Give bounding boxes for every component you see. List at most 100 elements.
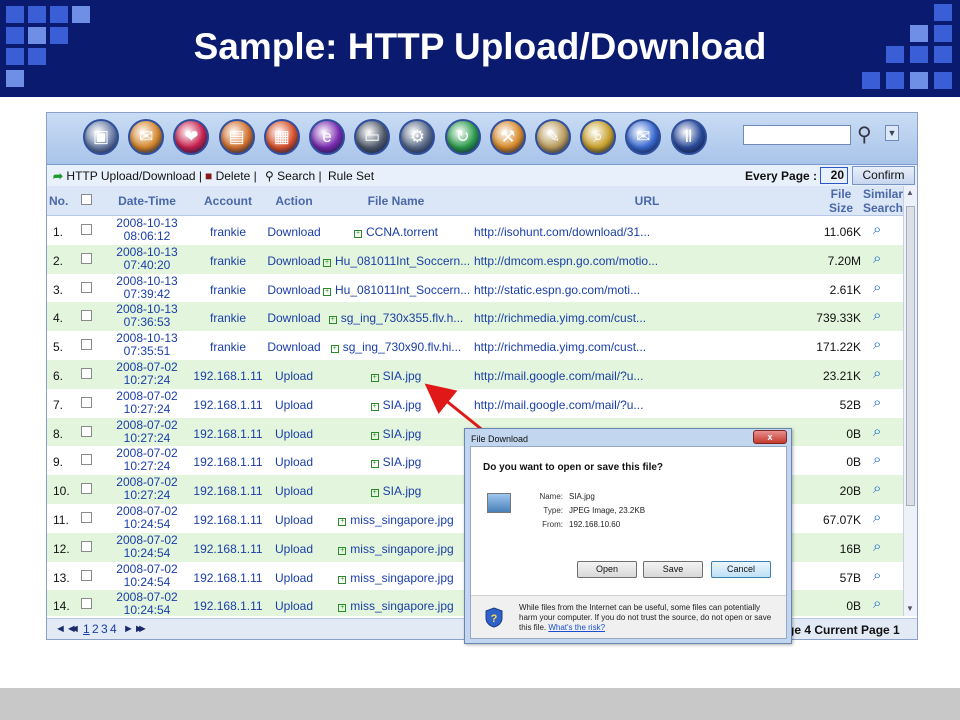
vertical-scrollbar[interactable]: ▲ ▼ (903, 186, 917, 616)
row-checkbox[interactable] (81, 339, 92, 351)
mail-send-icon[interactable]: ✉ (625, 119, 662, 155)
row-filename[interactable]: + SIA.jpg (323, 427, 469, 441)
row-account[interactable]: 192.168.1.11 (187, 398, 269, 412)
row-url[interactable]: http://dmcom.espn.go.com/motio... (474, 254, 724, 268)
open-button[interactable]: Open (577, 561, 637, 578)
file-expand-icon[interactable]: + (338, 604, 347, 613)
page-link[interactable]: 4 (110, 622, 117, 636)
computer-icon[interactable]: ▣ (83, 119, 119, 155)
row-account[interactable]: 192.168.1.11 (187, 513, 269, 527)
file-expand-icon[interactable]: + (370, 431, 379, 440)
col-account[interactable]: Account (187, 194, 269, 208)
col-datetime[interactable]: Date-Time (109, 194, 185, 208)
similar-search-icon[interactable]: ⌕ (873, 595, 881, 612)
row-url[interactable]: http://mail.google.com/mail/?u... (474, 369, 724, 383)
similar-search-icon[interactable]: ⌕ (873, 394, 881, 411)
similar-search-icon[interactable]: ⌕ (873, 567, 881, 584)
row-filename[interactable]: + CCNA.torrent (323, 225, 469, 239)
row-checkbox[interactable] (81, 281, 92, 293)
file-expand-icon[interactable]: + (338, 575, 347, 584)
row-url[interactable]: http://richmedia.yimg.com/cust... (474, 311, 724, 325)
similar-search-icon[interactable]: ⌕ (873, 336, 881, 353)
cancel-button[interactable]: Cancel (711, 561, 771, 578)
every-page-input[interactable]: 20 (820, 167, 848, 184)
file-expand-icon[interactable]: + (338, 546, 347, 555)
row-account[interactable]: 192.168.1.11 (187, 484, 269, 498)
row-filename[interactable]: + sg_ing_730x90.flv.hi... (323, 340, 469, 354)
table-row[interactable]: 4. 2008-10-13 07:36:53 frankie Download + sg_i… (47, 302, 903, 332)
select-all-checkbox[interactable] (81, 194, 92, 205)
row-checkbox[interactable] (81, 425, 92, 437)
row-checkbox[interactable] (81, 598, 92, 610)
chevron-down-icon[interactable]: ▼ (885, 125, 899, 141)
row-filename[interactable]: + Hu_081011Int_Soccern... (323, 254, 469, 268)
scroll-down-icon[interactable]: ▼ (906, 604, 914, 613)
file-expand-icon[interactable]: + (323, 258, 331, 267)
table-row[interactable]: 3. 2008-10-13 07:39:42 frankie Download + Hu_0… (47, 273, 903, 303)
row-checkbox[interactable] (81, 367, 92, 379)
risk-link[interactable]: What's the risk? (548, 623, 605, 632)
row-action[interactable]: Download (265, 340, 323, 354)
col-filesize[interactable]: File Size (823, 187, 859, 215)
file-expand-icon[interactable]: + (353, 230, 362, 238)
row-checkbox[interactable] (81, 224, 92, 235)
similar-search-icon[interactable]: ⌕ (873, 250, 881, 267)
row-account[interactable]: frankie (187, 254, 269, 268)
ie-icon[interactable]: e (309, 119, 345, 155)
file-expand-icon[interactable]: + (338, 517, 347, 526)
row-filename[interactable]: + SIA.jpg (323, 398, 469, 412)
refresh-icon[interactable]: ↻ (444, 119, 481, 155)
row-filename[interactable]: + SIA.jpg (323, 369, 469, 383)
row-filename[interactable]: + SIA.jpg (323, 484, 469, 498)
row-account[interactable]: frankie (187, 283, 269, 297)
row-account[interactable]: frankie (187, 311, 269, 325)
firewall-icon[interactable]: ▦ (263, 119, 300, 155)
tools-icon[interactable]: ⚒ (489, 119, 526, 155)
table-row[interactable]: 7. 2008-07-02 10:27:24 192.168.1.11 Upload + S… (47, 388, 903, 418)
row-url[interactable]: http://isohunt.com/download/31... (474, 225, 724, 239)
lips-icon[interactable]: ❤ (173, 119, 210, 155)
row-account[interactable]: 192.168.1.11 (187, 542, 269, 556)
notepad-icon[interactable]: ✎ (535, 119, 571, 155)
file-expand-icon[interactable]: + (330, 345, 339, 354)
row-filename[interactable]: + sg_ing_730x355.flv.h... (323, 311, 469, 325)
row-action[interactable]: Upload (265, 427, 323, 441)
page-link[interactable]: 3 (101, 622, 108, 636)
row-url[interactable]: http://mail.google.com/mail/?u... (474, 398, 724, 412)
row-account[interactable]: frankie (187, 340, 269, 354)
page-link[interactable]: 2 (92, 622, 99, 636)
save-button[interactable]: Save (643, 561, 703, 578)
row-action[interactable]: Upload (265, 484, 323, 498)
similar-search-icon[interactable]: ⌕ (873, 221, 881, 238)
row-checkbox[interactable] (81, 252, 92, 264)
terminal-icon[interactable]: ▭ (354, 119, 391, 155)
similar-search-icon[interactable]: ⌕ (873, 365, 881, 382)
row-filename[interactable]: + miss_singapore.jpg (323, 542, 469, 556)
file-expand-icon[interactable]: + (328, 316, 337, 325)
row-account[interactable]: 192.168.1.11 (187, 571, 269, 585)
row-checkbox[interactable] (81, 310, 92, 322)
file-expand-icon[interactable]: + (323, 287, 331, 296)
table-row[interactable]: 5. 2008-10-13 07:35:51 frankie Download + sg_i… (47, 331, 903, 360)
menu-rule-set[interactable]: Rule Set (328, 169, 374, 183)
row-action[interactable]: Download (265, 225, 323, 239)
row-checkbox[interactable] (81, 483, 92, 495)
last-page-icon[interactable]: ► (137, 623, 148, 635)
row-action[interactable]: Upload (265, 369, 323, 383)
col-action[interactable]: Action (265, 194, 323, 208)
row-checkbox[interactable] (81, 569, 92, 581)
prev-page-icon[interactable]: ◄ (69, 623, 80, 635)
row-action[interactable]: Upload (265, 398, 323, 412)
row-checkbox[interactable] (81, 511, 92, 523)
similar-search-icon[interactable]: ⌕ (873, 279, 881, 296)
row-account[interactable]: 192.168.1.11 (187, 427, 269, 441)
mail-icon[interactable]: ✉ (128, 119, 165, 155)
scrollbar-thumb[interactable] (906, 206, 915, 506)
row-filename[interactable]: + miss_singapore.jpg (323, 513, 469, 527)
row-action[interactable]: Upload (265, 513, 323, 527)
row-account[interactable]: 192.168.1.11 (187, 455, 269, 469)
row-filename[interactable]: + miss_singapore.jpg (323, 599, 469, 613)
row-checkbox[interactable] (81, 396, 92, 408)
col-filename[interactable]: File Name (323, 194, 469, 208)
row-action[interactable]: Upload (265, 571, 323, 585)
